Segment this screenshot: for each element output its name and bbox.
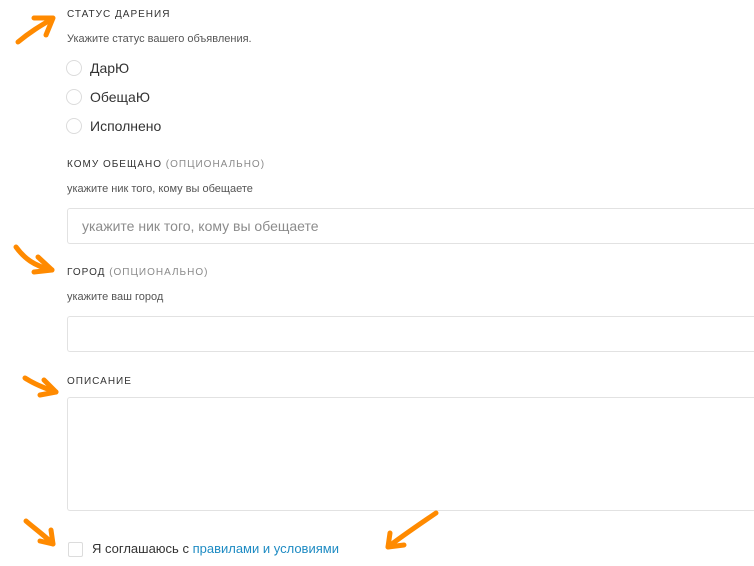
arrow-icon-status — [15, 15, 56, 45]
arrow-icon-city — [13, 244, 55, 275]
annotation-arrows — [13, 15, 439, 550]
arrow-icon-description — [22, 375, 59, 398]
arrow-icon-checkbox — [23, 518, 56, 547]
arrow-icon-terms — [385, 510, 439, 550]
